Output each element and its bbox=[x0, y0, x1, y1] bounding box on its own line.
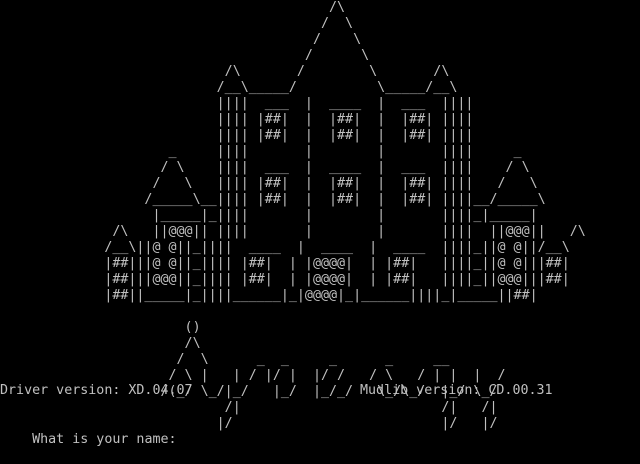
driver-version-text: Driver version: XD.04.07 bbox=[0, 383, 193, 398]
mudlib-version-text: Mudlib version: CD.00.31 bbox=[360, 383, 553, 398]
text-cursor[interactable] bbox=[185, 431, 193, 445]
version-line: Driver version: XD.04.07 Mudlib version:… bbox=[0, 383, 640, 399]
terminal-window[interactable]: /\ / \ / \ / \ /\ / \ /\ /__\_____/ \___… bbox=[0, 0, 640, 447]
login-prompt-line[interactable]: What is your name: bbox=[0, 415, 640, 447]
ascii-castle-banner: /\ / \ / \ / \ /\ / \ /\ /__\_____/ \___… bbox=[104, 0, 586, 431]
name-prompt-text: What is your name: bbox=[32, 432, 185, 447]
